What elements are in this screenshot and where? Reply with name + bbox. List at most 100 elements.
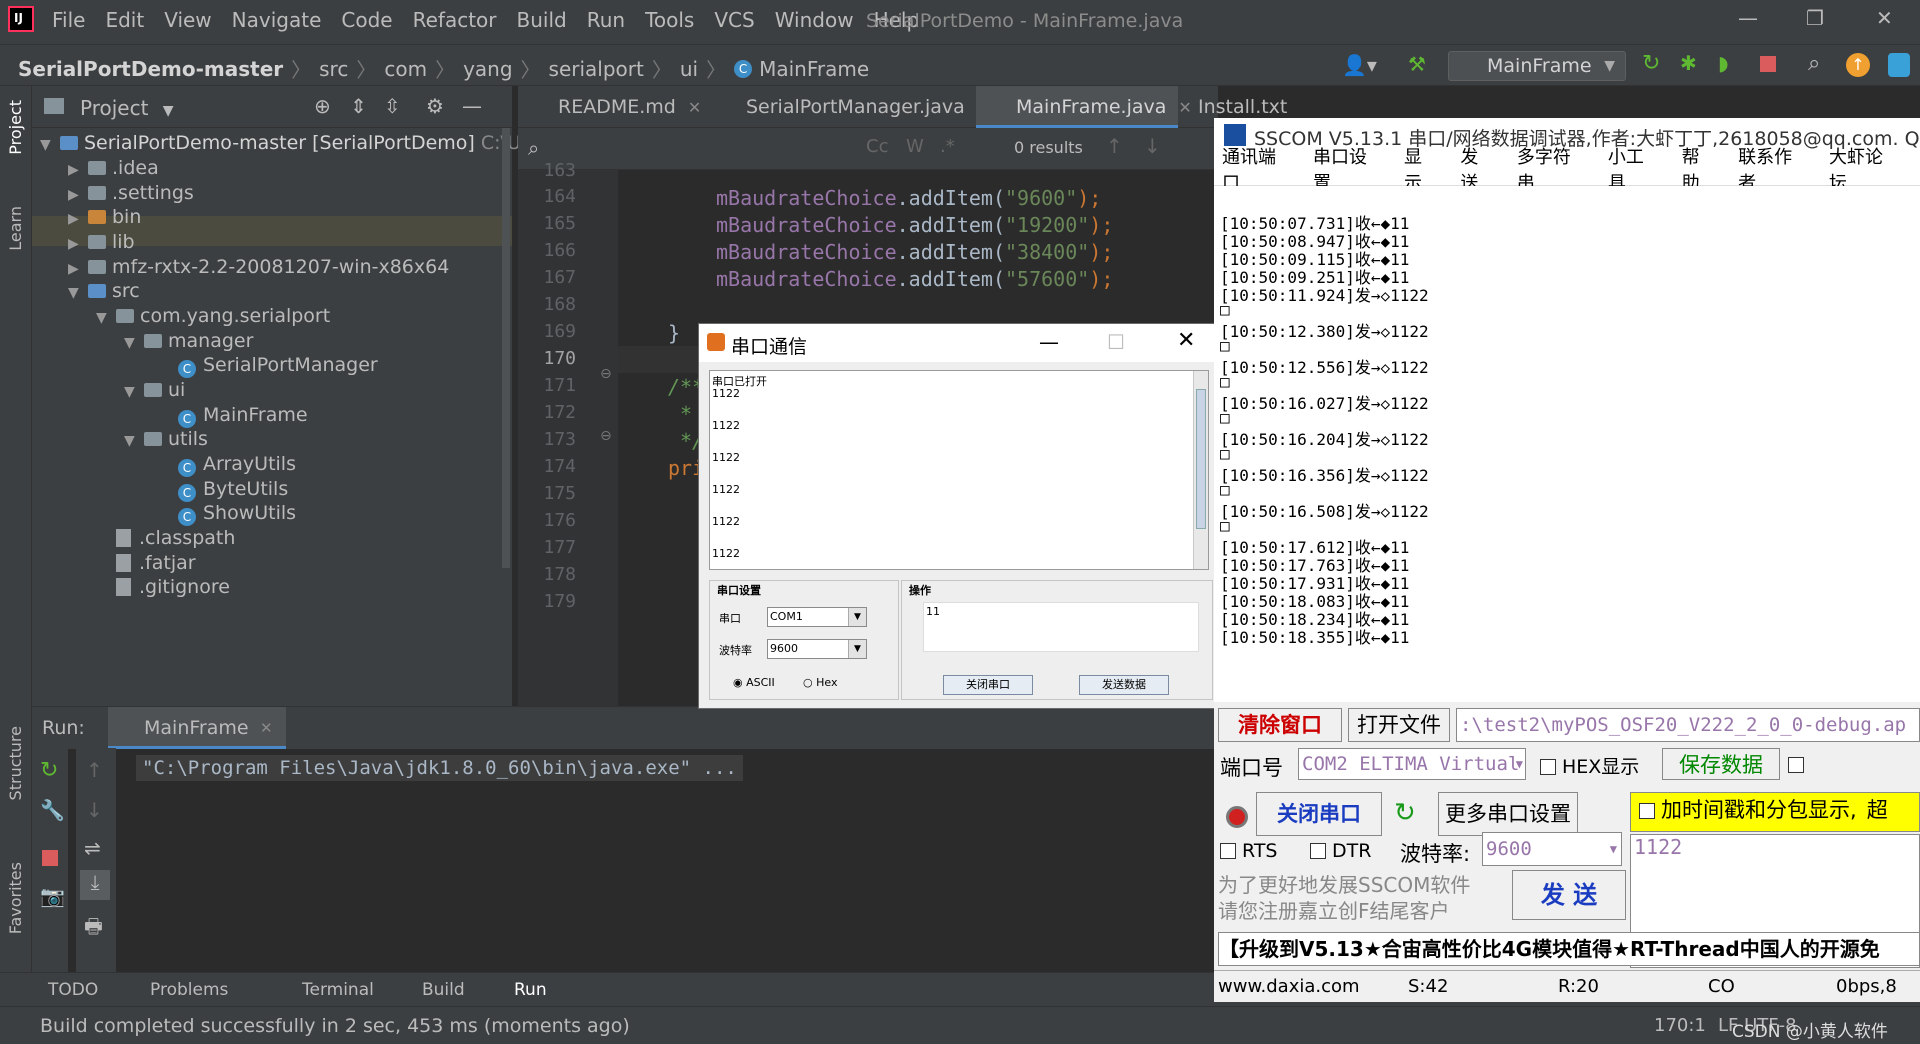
- wrench-icon[interactable]: 🔧: [40, 798, 65, 822]
- menu-file[interactable]: File: [52, 8, 85, 32]
- maximize-icon[interactable]: ☐: [1107, 330, 1125, 354]
- soft-wrap-icon[interactable]: ⇌: [84, 836, 101, 860]
- word-toggle[interactable]: W: [906, 136, 924, 157]
- close-icon[interactable]: ✕: [1177, 328, 1195, 353]
- hide-icon[interactable]: —: [462, 94, 482, 118]
- tree-item-gitignore[interactable]: .gitignore: [96, 572, 230, 602]
- port-number-select[interactable]: COM2 ELTIMA Virtual Seria▼: [1298, 748, 1526, 780]
- collapse-all-icon[interactable]: ⇳: [384, 94, 401, 118]
- close-port-button[interactable]: 关闭串口: [1256, 792, 1382, 836]
- menu-refactor[interactable]: Refactor: [413, 8, 497, 32]
- find-input[interactable]: [558, 134, 918, 162]
- next-match-icon[interactable]: ↓: [1144, 134, 1161, 158]
- textarea-scrollbar[interactable]: [1193, 371, 1208, 569]
- timestamp-checkbox[interactable]: 加时间戳和分包显示, 超: [1630, 792, 1920, 832]
- crumb-project[interactable]: SerialPortDemo-master: [18, 57, 283, 81]
- favorites-tool-tab[interactable]: Favorites: [6, 862, 25, 934]
- crumb-ui[interactable]: ui: [680, 57, 698, 81]
- structure-tool-tab[interactable]: Structure: [6, 726, 25, 800]
- crumb-mainframe[interactable]: MainFrame: [759, 57, 869, 81]
- file-path-input[interactable]: :\test2\myPOS_OSF20_V222_2_0_0-debug.ap: [1456, 708, 1920, 742]
- expand-all-icon[interactable]: ⇕: [350, 94, 367, 118]
- tool-problems[interactable]: Problems: [150, 980, 228, 1000]
- rts-checkbox[interactable]: RTS: [1220, 840, 1278, 862]
- menu-view[interactable]: View: [164, 8, 211, 32]
- open-file-button[interactable]: 打开文件: [1348, 708, 1450, 742]
- fold-marker-icon[interactable]: ⊖: [600, 366, 612, 382]
- receive-textarea[interactable]: 串口已打开 1122 1122 1122 1122 1122 1122: [709, 370, 1209, 570]
- close-icon[interactable]: ✕: [1876, 6, 1893, 30]
- tab-mainframe[interactable]: MainFrame.java ✕: [976, 86, 1192, 128]
- rerun-icon[interactable]: ↻: [40, 758, 58, 783]
- crumb-yang[interactable]: yang: [463, 57, 512, 81]
- run-tab-mainframe[interactable]: MainFrame ✕: [108, 707, 286, 749]
- tree-scrollbar[interactable]: [502, 128, 510, 568]
- stop-icon[interactable]: [42, 850, 58, 866]
- search-icon[interactable]: ⌕: [1808, 51, 1820, 76]
- sscom-send-button[interactable]: 发 送: [1512, 870, 1626, 920]
- run-config-selector[interactable]: MainFrame ▼: [1448, 51, 1626, 81]
- regex-toggle[interactable]: .*: [940, 136, 955, 157]
- minimize-icon[interactable]: —: [1738, 6, 1758, 30]
- extra-checkbox[interactable]: [1788, 752, 1810, 776]
- sscom-receive-log[interactable]: [10:50:07.731]收←◆11 [10:50:08.947]收←◆11 …: [1214, 186, 1920, 702]
- refresh-icon[interactable]: ↻: [1394, 798, 1416, 828]
- crumb-com[interactable]: com: [384, 57, 427, 81]
- baud-select[interactable]: 9600 ▼: [767, 639, 867, 659]
- menu-edit[interactable]: Edit: [105, 8, 144, 32]
- cursor-position[interactable]: 170:1: [1654, 1015, 1706, 1036]
- close-port-button[interactable]: 关闭串口: [943, 675, 1033, 695]
- update-icon[interactable]: ↑: [1846, 53, 1870, 77]
- tree-item-serialportmanager[interactable]: C SerialPortManager: [178, 350, 378, 380]
- menu-navigate[interactable]: Navigate: [232, 8, 322, 32]
- learn-tool-tab[interactable]: Learn: [6, 206, 25, 251]
- locate-icon[interactable]: ⊕: [314, 94, 331, 118]
- down-arrow-icon[interactable]: ↓: [86, 798, 103, 822]
- prev-match-icon[interactable]: ↑: [1106, 134, 1123, 158]
- fold-marker-icon[interactable]: ⊖: [600, 428, 612, 444]
- gear-icon[interactable]: ⚙: [426, 94, 444, 118]
- tab-install[interactable]: Install.txt: [1180, 86, 1287, 128]
- tool-terminal[interactable]: Terminal: [302, 980, 374, 1000]
- crumb-serialport[interactable]: serialport: [549, 57, 644, 81]
- dtr-checkbox[interactable]: DTR: [1310, 840, 1371, 862]
- project-tool-tab[interactable]: Project: [6, 100, 25, 155]
- menu-window[interactable]: Window: [775, 8, 854, 32]
- build-hammer-icon[interactable]: ⚒: [1408, 52, 1426, 76]
- restore-icon[interactable]: ❐: [1806, 6, 1824, 30]
- stop-icon[interactable]: [1760, 56, 1776, 72]
- tab-serialportmanager[interactable]: SerialPortManager.java✕: [706, 86, 990, 128]
- tool-todo[interactable]: TODO: [48, 980, 98, 1000]
- tool-build[interactable]: Build: [422, 980, 465, 1000]
- menu-code[interactable]: Code: [341, 8, 392, 32]
- save-data-button[interactable]: 保存数据: [1662, 748, 1780, 780]
- ascii-radio[interactable]: ◉ ASCII: [733, 676, 775, 689]
- menu-run[interactable]: Run: [587, 8, 625, 32]
- port-select[interactable]: COM1 ▼: [767, 607, 867, 627]
- ticker-banner[interactable]: 【升级到V5.13★合宙高性价比4G模块值得★RT-Thread中国人的开源免: [1218, 932, 1920, 966]
- more-settings-button[interactable]: 更多串口设置: [1438, 792, 1578, 836]
- menu-tools[interactable]: Tools: [645, 8, 694, 32]
- tool-run[interactable]: Run: [514, 980, 547, 1000]
- status-site[interactable]: www.daxia.com: [1218, 976, 1360, 997]
- toolbox-icon[interactable]: [1888, 53, 1910, 77]
- menu-vcs[interactable]: VCS: [714, 8, 754, 32]
- menu-build[interactable]: Build: [517, 8, 567, 32]
- rerun-icon[interactable]: ↻: [1642, 51, 1660, 76]
- case-toggle[interactable]: Cc: [866, 136, 888, 157]
- debug-bug-icon[interactable]: ✱: [1680, 51, 1697, 75]
- crumb-src[interactable]: src: [319, 57, 348, 81]
- hex-display-checkbox[interactable]: HEX显示: [1540, 752, 1639, 779]
- minimize-icon[interactable]: —: [1039, 330, 1059, 354]
- coverage-icon[interactable]: ◗: [1718, 51, 1729, 75]
- tab-readme[interactable]: README.md ✕: [518, 86, 701, 128]
- project-panel-title[interactable]: Project ▼: [80, 96, 174, 120]
- tree-item-ui[interactable]: ▼ ui: [124, 375, 185, 405]
- hex-radio[interactable]: ○ Hex: [803, 676, 837, 689]
- print-icon[interactable]: 🖶: [84, 912, 103, 946]
- user-icon[interactable]: 👤▾: [1342, 53, 1377, 77]
- sscom-baud-select[interactable]: 9600 ▼: [1482, 832, 1622, 866]
- up-arrow-icon[interactable]: ↑: [86, 758, 103, 782]
- scroll-to-end-icon[interactable]: ⤓: [80, 870, 110, 900]
- send-input[interactable]: 11: [923, 602, 1199, 652]
